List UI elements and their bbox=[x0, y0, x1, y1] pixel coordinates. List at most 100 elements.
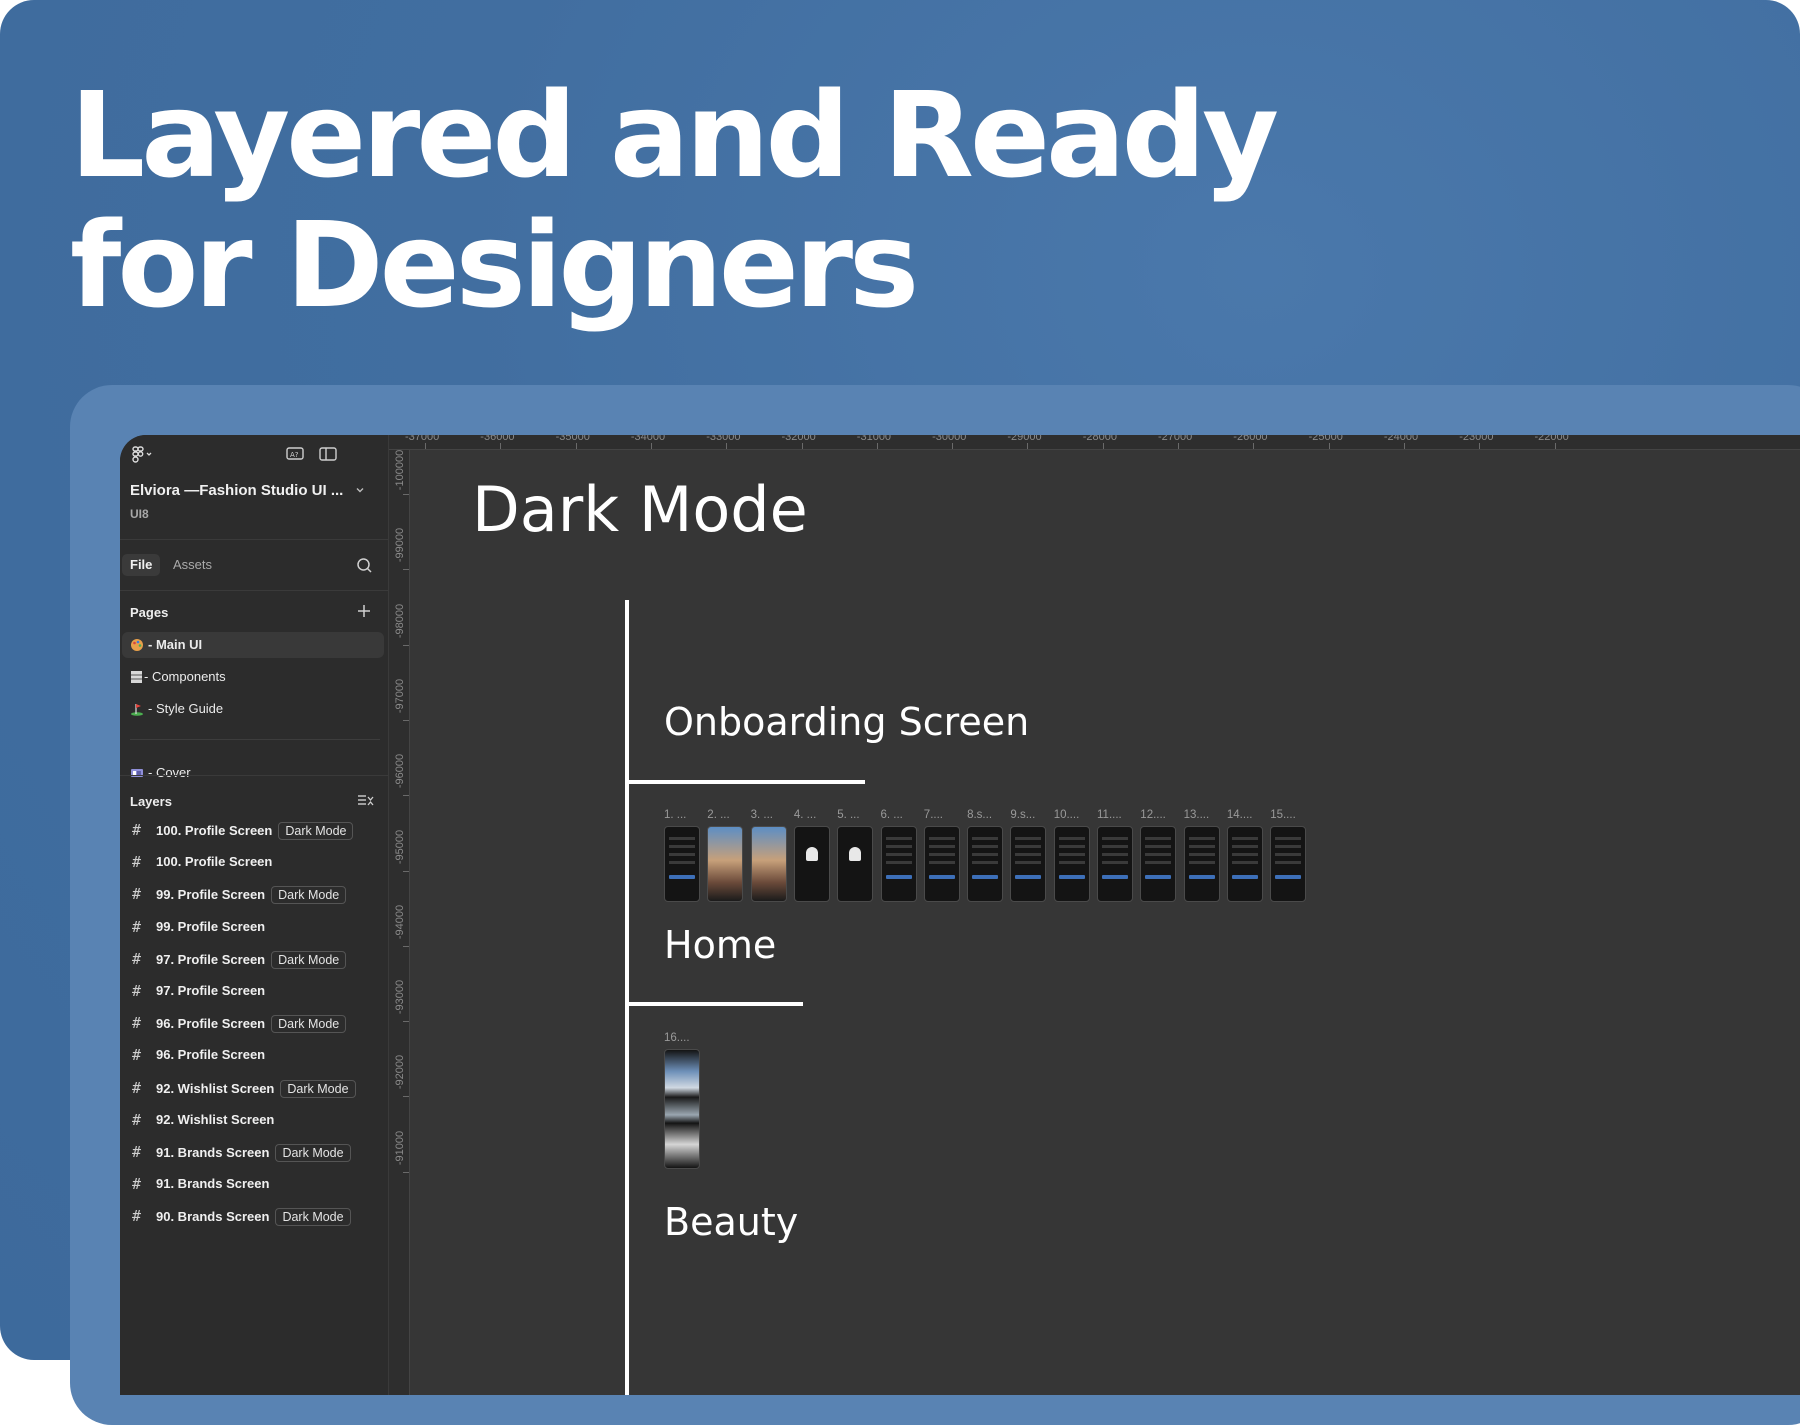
page-item-cover[interactable]: - Cover bbox=[122, 760, 384, 786]
frame-thumbnail[interactable] bbox=[750, 826, 787, 902]
dark-mode-badge: Dark Mode bbox=[280, 1079, 356, 1098]
frame-thumbnail[interactable] bbox=[664, 826, 700, 902]
ruler-tick bbox=[403, 1021, 409, 1023]
page-label: - Style Guide bbox=[148, 701, 224, 716]
layer-row[interactable]: #91. Brands Screen bbox=[120, 1168, 388, 1200]
sidebar-header: A? Elviora —Fashion Studio UI ... UI8 bbox=[120, 435, 388, 540]
ruler-tick-label: -94000 bbox=[394, 904, 406, 939]
tab-file[interactable]: File bbox=[122, 554, 161, 576]
ruler-tick-label: -30000 bbox=[932, 435, 967, 443]
ruler-tick bbox=[403, 1096, 409, 1098]
frame-label: 5. ... bbox=[837, 809, 860, 821]
frame-thumbnail[interactable] bbox=[923, 826, 960, 902]
frame-thumbnail[interactable] bbox=[967, 826, 1004, 902]
project-name[interactable]: Elviora —Fashion Studio UI ... bbox=[130, 482, 343, 499]
layer-row[interactable]: #97. Profile Screen bbox=[120, 975, 388, 1007]
cover-icon bbox=[131, 769, 143, 777]
chevron-down-icon[interactable] bbox=[354, 484, 366, 496]
layer-row[interactable]: #100. Profile Screen bbox=[120, 846, 388, 878]
ruler-tick-label: -100000 bbox=[394, 450, 406, 491]
ruler-tick-label: -36000 bbox=[480, 435, 515, 443]
frame-thumbnail[interactable] bbox=[1270, 826, 1307, 902]
layer-row[interactable]: #99. Profile Screen bbox=[120, 911, 388, 943]
section-connector-line bbox=[625, 600, 629, 1395]
layer-row[interactable]: #90. Brands Screen Dark Mode bbox=[120, 1200, 388, 1232]
ruler-tick-label: -96000 bbox=[394, 754, 406, 789]
frame-thumbnail[interactable] bbox=[664, 1049, 700, 1169]
layer-name: 96. Profile Screen bbox=[156, 1047, 265, 1062]
dark-mode-badge: Dark Mode bbox=[275, 1144, 351, 1162]
palette-icon bbox=[131, 639, 143, 651]
layer-row[interactable]: #96. Profile Screen Dark Mode bbox=[120, 1007, 388, 1039]
page-item-main-ui[interactable]: - Main UI bbox=[122, 632, 384, 658]
add-page-icon[interactable] bbox=[356, 603, 372, 619]
headline-line-1: Layered and Ready bbox=[70, 66, 1279, 204]
headline-line-2: for Designers bbox=[70, 196, 919, 334]
frame-thumbnail[interactable] bbox=[837, 826, 874, 902]
frame-thumbnail[interactable] bbox=[880, 826, 917, 902]
frame-label: 1. ... bbox=[664, 809, 687, 821]
pages-header: Pages bbox=[130, 605, 169, 620]
frame-thumbnail[interactable] bbox=[1226, 826, 1263, 902]
section-underline-onboarding bbox=[625, 780, 865, 784]
frame-thumbnail[interactable] bbox=[1183, 826, 1220, 902]
layer-name: 99. Profile Screen Dark Mode bbox=[156, 886, 347, 905]
figma-menu-icon[interactable] bbox=[131, 445, 155, 465]
toggle-sidebar-icon[interactable] bbox=[318, 445, 338, 463]
frame-thumbnail[interactable] bbox=[1097, 826, 1133, 902]
ruler-tick bbox=[500, 443, 502, 449]
ruler-tick-label: -37000 bbox=[405, 435, 440, 443]
frame-thumbnail[interactable] bbox=[1140, 826, 1177, 902]
frame-thumbnail[interactable] bbox=[793, 826, 830, 902]
ruler-tick-label: -34000 bbox=[630, 435, 666, 443]
section-label-home: Home bbox=[664, 923, 777, 967]
layer-row[interactable]: #99. Profile Screen Dark Mode bbox=[120, 878, 388, 910]
layer-name: 91. Brands Screen Dark Mode bbox=[156, 1144, 351, 1162]
frame-thumbnail[interactable] bbox=[707, 826, 744, 902]
layer-name-text: 91. Brands Screen bbox=[156, 1145, 270, 1160]
dark-mode-badge: Dark Mode bbox=[271, 950, 347, 969]
frame-icon: # bbox=[132, 1143, 142, 1161]
layer-row[interactable]: #91. Brands Screen Dark Mode bbox=[120, 1136, 388, 1168]
tab-assets[interactable]: Assets bbox=[165, 554, 220, 576]
layer-row[interactable]: #92. Wishlist Screen Dark Mode bbox=[120, 1072, 388, 1104]
ruler-tick bbox=[403, 569, 409, 571]
collapse-layers-icon[interactable] bbox=[356, 792, 374, 810]
page-item-components[interactable]: - Components bbox=[122, 664, 384, 690]
frame-label: 6. ... bbox=[880, 809, 903, 821]
left-ruler: -100000 -99000 -98000 -97000 -96000 -95000 -94… bbox=[389, 450, 410, 1395]
ai-tools-icon[interactable]: A? bbox=[285, 445, 305, 463]
ruler-tick bbox=[1403, 443, 1405, 449]
page-item-style-guide[interactable]: - Style Guide bbox=[122, 696, 384, 722]
project-team: UI8 bbox=[130, 507, 149, 521]
layer-row[interactable]: #92. Wishlist Screen bbox=[120, 1104, 388, 1136]
ruler-tick-label: -27000 bbox=[1158, 435, 1193, 443]
layer-name: 97. Profile Screen Dark Mode bbox=[156, 950, 347, 969]
layers-header: Layers bbox=[130, 794, 172, 809]
layer-row[interactable]: #96. Profile Screen bbox=[120, 1039, 388, 1071]
frame-label: 7.... bbox=[923, 809, 943, 821]
frame-icon: # bbox=[132, 1014, 142, 1033]
layer-name-text: 100. Profile Screen bbox=[156, 823, 273, 838]
ruler-tick bbox=[726, 443, 728, 449]
headline: Layered and Ready for Designers bbox=[70, 66, 1279, 334]
ruler-tick-label: -92000 bbox=[394, 1055, 406, 1090]
frame-label: 3. ... bbox=[750, 809, 773, 821]
section-label-beauty: Beauty bbox=[664, 1200, 799, 1244]
ruler-tick-label: -97000 bbox=[394, 678, 406, 714]
design-canvas[interactable]: -37000 -36000 -35000 -34000 -33000 -32000 -310… bbox=[389, 435, 1800, 1395]
layer-name: 92. Wishlist Screen Dark Mode bbox=[156, 1079, 356, 1098]
pages-divider bbox=[130, 739, 380, 740]
frame-label: 8.s... bbox=[967, 809, 993, 821]
frame-icon: # bbox=[132, 1078, 142, 1097]
ruler-tick bbox=[403, 494, 409, 495]
frame-thumbnail[interactable] bbox=[1053, 826, 1090, 902]
search-icon[interactable] bbox=[356, 557, 373, 574]
layer-name: 92. Wishlist Screen bbox=[156, 1112, 274, 1127]
layer-row[interactable]: #97. Profile Screen Dark Mode bbox=[120, 943, 388, 975]
layer-name: 100. Profile Screen Dark Mode bbox=[156, 822, 354, 840]
frame-label: 11.... bbox=[1097, 809, 1122, 821]
ruler-tick bbox=[403, 1171, 409, 1173]
frame-thumbnail[interactable] bbox=[1010, 826, 1047, 902]
layer-row[interactable]: #100. Profile Screen Dark Mode bbox=[120, 814, 388, 846]
